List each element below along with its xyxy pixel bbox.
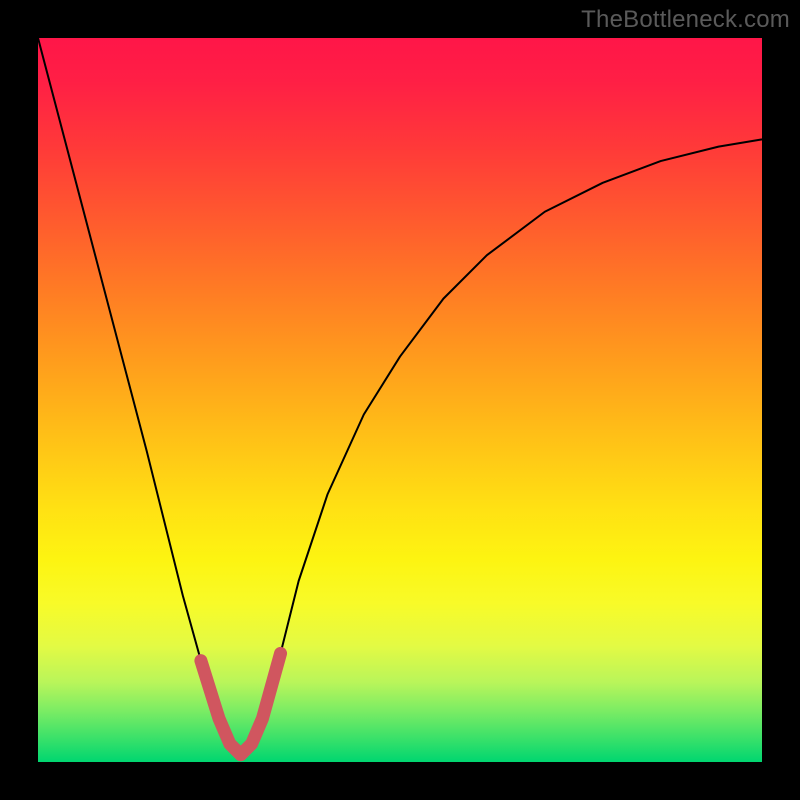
bottleneck-curve xyxy=(38,38,762,755)
chart-frame: TheBottleneck.com xyxy=(0,0,800,800)
plot-area xyxy=(38,38,762,762)
watermark-text: TheBottleneck.com xyxy=(581,6,790,34)
valley-highlight xyxy=(201,653,281,754)
curve-layer xyxy=(38,38,762,762)
